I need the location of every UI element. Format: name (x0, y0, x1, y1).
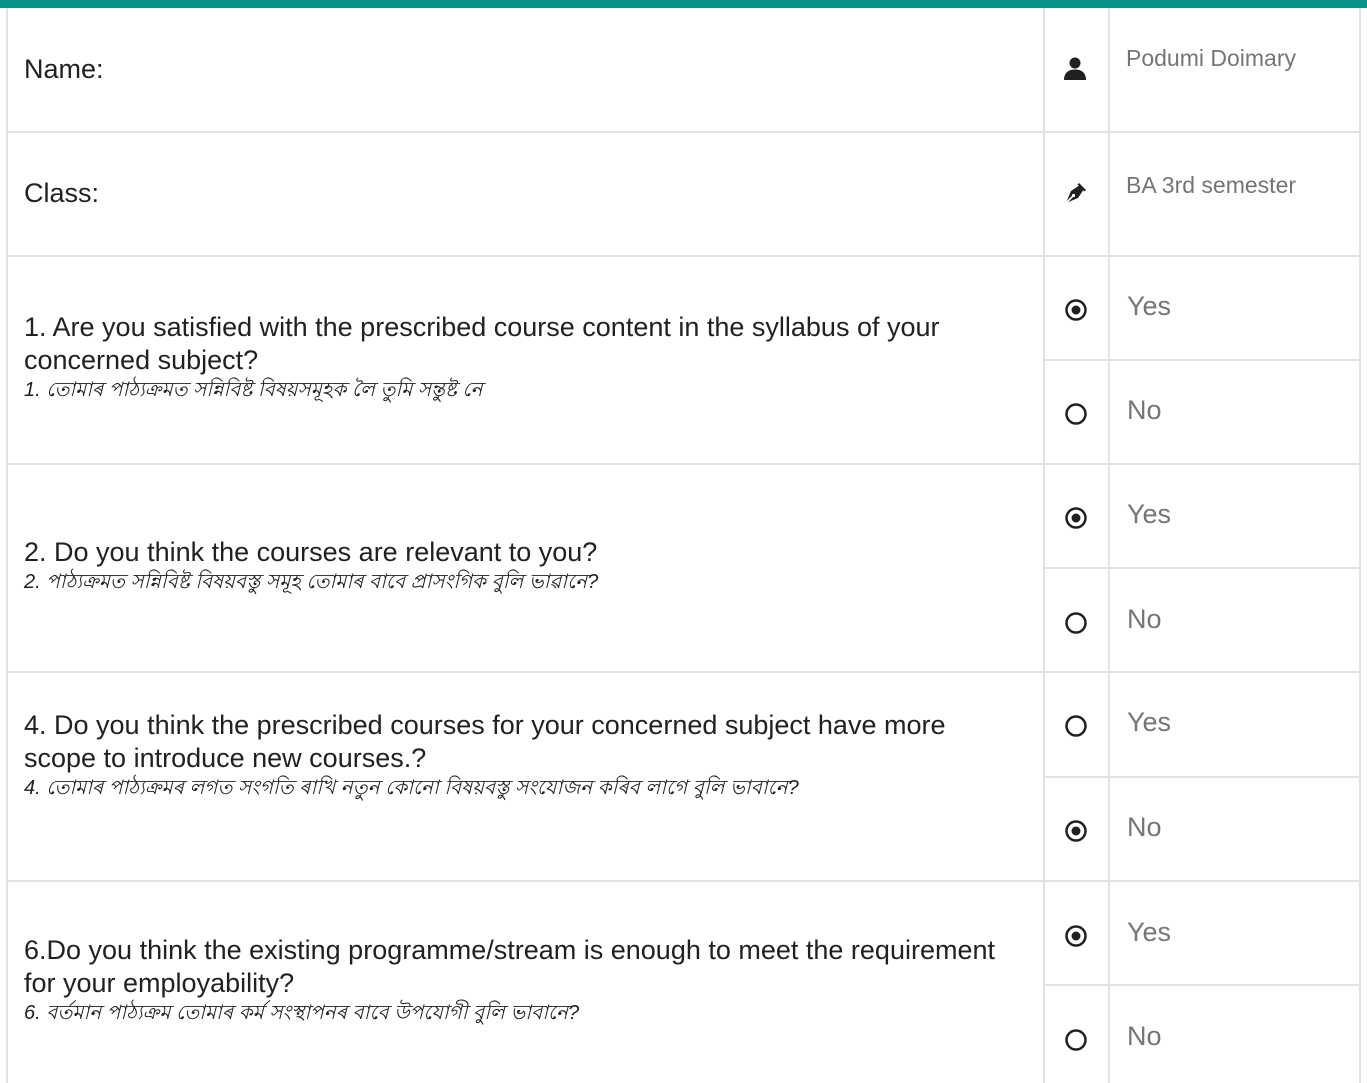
option-yes[interactable]: Yes (1127, 707, 1171, 738)
option-no[interactable]: No (1127, 604, 1162, 635)
question-text: 4. Do you think the prescribed courses f… (24, 710, 946, 773)
option-divider (1043, 984, 1361, 986)
option-divider (1043, 776, 1361, 778)
option-yes[interactable]: Yes (1127, 291, 1171, 322)
table-border-left (6, 8, 8, 1083)
radio-checked-icon[interactable] (1064, 924, 1088, 948)
radio-checked-icon[interactable] (1064, 506, 1088, 530)
question-translation: 4. তোমাৰ পাঠ্যক্ৰমৰ লগত সংগতি ৰাখি নতুন … (24, 777, 799, 799)
question-1: 1. Are you satisfied with the prescribed… (24, 311, 1024, 403)
row-divider (6, 131, 1361, 133)
option-no[interactable]: No (1127, 395, 1162, 426)
class-label: Class: (24, 178, 100, 208)
question-2: 2. Do you think the courses are relevant… (24, 536, 1024, 595)
row-divider (6, 880, 1361, 882)
option-divider (1043, 359, 1361, 361)
question-translation: 6. বৰ্তমান পাঠ্যক্ৰম তোমাৰ কৰ্ম সংস্থাপন… (24, 1002, 580, 1024)
question-text: 2. Do you think the courses are relevant… (24, 537, 598, 567)
option-divider (1043, 567, 1361, 569)
row-divider (6, 671, 1361, 673)
option-no[interactable]: No (1127, 812, 1162, 843)
class-value[interactable]: BA 3rd semester (1126, 172, 1296, 199)
pen-nib-icon (1065, 183, 1086, 204)
question-translation: 1. তোমাৰ পাঠ্যক্ৰমত সন্নিবিষ্ট বিষয়সমূহ… (24, 379, 483, 401)
question-4: 4. Do you think the prescribed courses f… (24, 709, 1024, 801)
question-translation: 2. পাঠ্যক্ৰমত সন্নিবিষ্ট বিষয়বস্তু সমূহ… (24, 571, 599, 593)
question-text: 1. Are you satisfied with the prescribed… (24, 312, 940, 375)
radio-checked-icon[interactable] (1064, 298, 1088, 322)
user-icon (1064, 57, 1086, 80)
option-yes[interactable]: Yes (1127, 917, 1171, 948)
row-divider (6, 463, 1361, 465)
option-no[interactable]: No (1127, 1021, 1162, 1052)
name-label: Name: (24, 54, 104, 84)
radio-checked-icon[interactable] (1064, 819, 1088, 843)
top-accent-bar (0, 0, 1367, 8)
question-text: 6.Do you think the existing programme/st… (24, 935, 995, 998)
row-divider (6, 255, 1361, 257)
radio-unchecked-icon[interactable] (1064, 1028, 1088, 1052)
table-border-right (1359, 8, 1361, 1083)
radio-unchecked-icon[interactable] (1064, 402, 1088, 426)
table-divider-2 (1108, 8, 1110, 1083)
radio-unchecked-icon[interactable] (1064, 611, 1088, 635)
radio-unchecked-icon[interactable] (1064, 714, 1088, 738)
table-divider-1 (1043, 8, 1045, 1083)
option-yes[interactable]: Yes (1127, 499, 1171, 530)
question-6: 6.Do you think the existing programme/st… (24, 934, 1024, 1026)
name-value[interactable]: Podumi Doimary (1126, 45, 1296, 72)
